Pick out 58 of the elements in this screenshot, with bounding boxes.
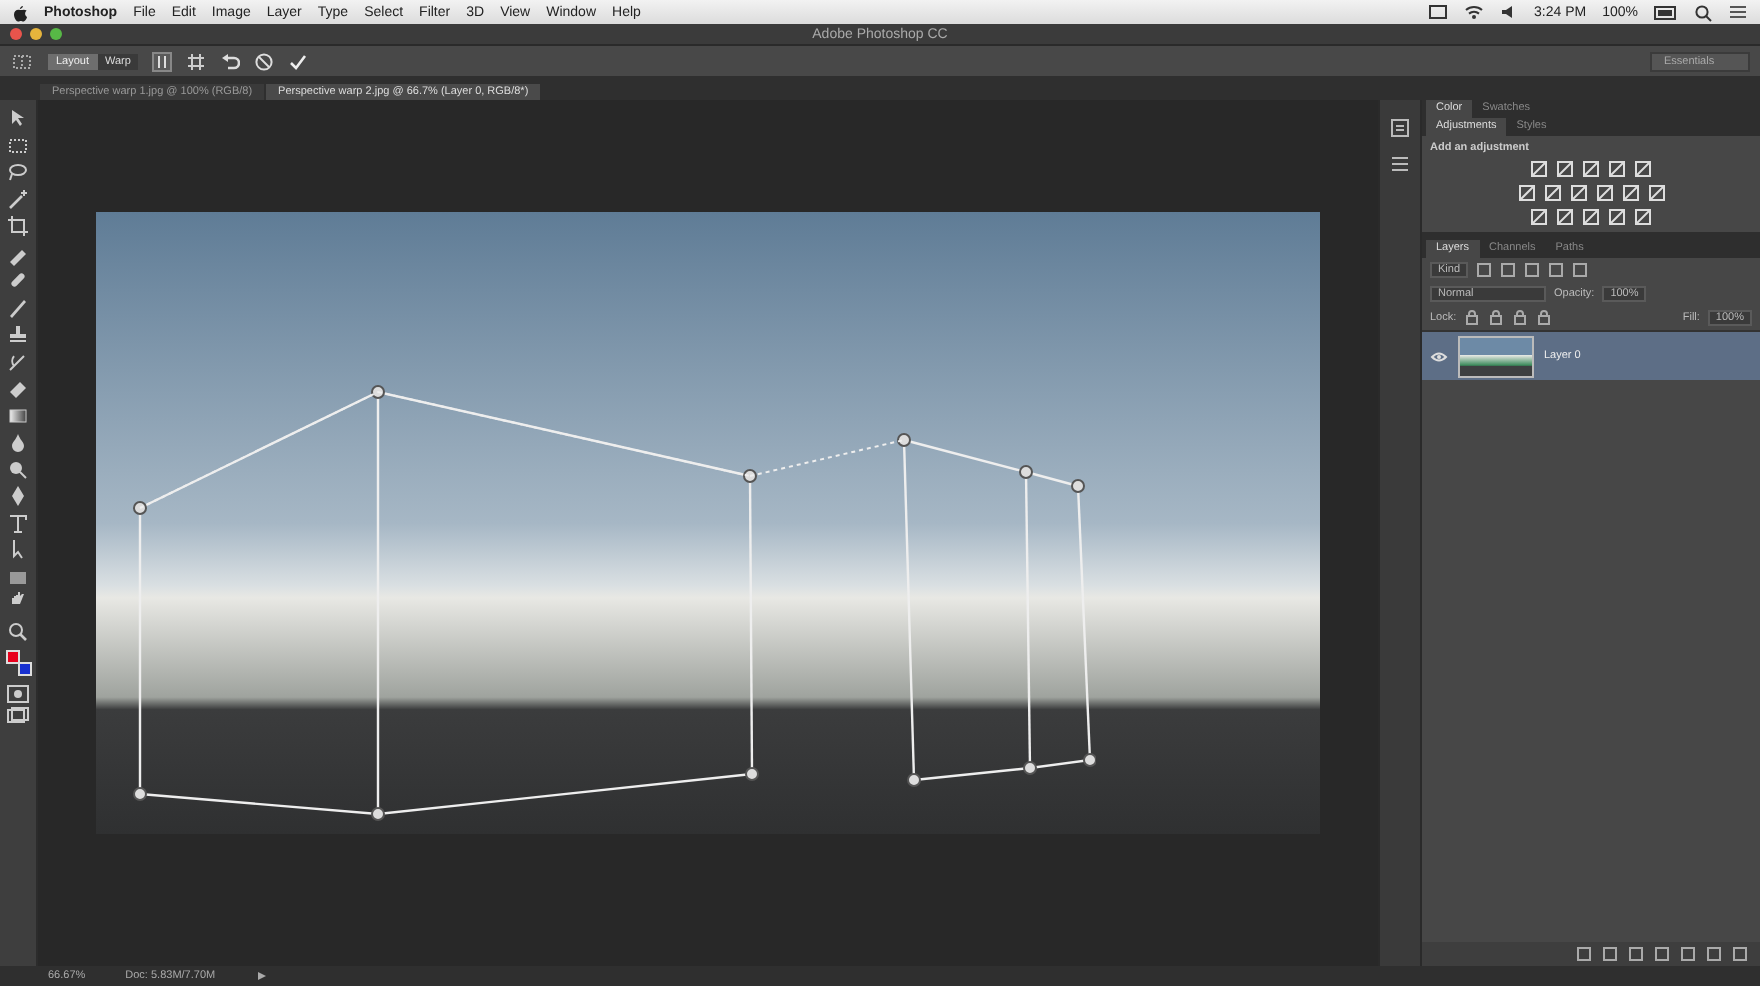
checkmark-icon[interactable] [288, 51, 309, 71]
list-icon[interactable] [1728, 4, 1748, 20]
screen-mode-icon[interactable] [6, 706, 30, 726]
drop-icon[interactable] [6, 430, 30, 454]
adjustment-icon[interactable] [1621, 184, 1639, 202]
adjustment-icon[interactable] [1569, 184, 1587, 202]
layer-thumbnail [1458, 335, 1534, 377]
apple-icon[interactable] [12, 3, 28, 21]
adjustment-icon[interactable] [1530, 160, 1548, 178]
adjustment-icon[interactable] [1582, 208, 1600, 226]
stamp-icon[interactable] [6, 322, 30, 346]
marquee-icon[interactable] [6, 133, 30, 157]
battery-icon [1654, 5, 1678, 19]
wifi-icon[interactable] [1464, 4, 1485, 20]
expand-arrow-icon[interactable] [255, 970, 268, 982]
type-icon[interactable] [6, 511, 30, 535]
quick-mask-icon[interactable] [6, 683, 30, 703]
perspective-tool-icon[interactable] [10, 51, 34, 71]
lock-option-icon[interactable] [1512, 310, 1529, 326]
adjustment-icon[interactable] [1556, 160, 1574, 178]
lasso-icon[interactable] [6, 160, 30, 184]
adjustment-icon[interactable] [1530, 208, 1548, 226]
background-color-swatch[interactable] [17, 662, 31, 676]
foreground-color-swatch[interactable] [5, 650, 19, 664]
display-icon[interactable] [1428, 4, 1449, 20]
vertical-lines-icon[interactable] [152, 51, 173, 71]
adjustment-icon[interactable] [1517, 184, 1535, 202]
grid-icon[interactable] [186, 51, 207, 71]
lock-option-icon[interactable] [1464, 310, 1481, 326]
minimize-button[interactable] [30, 28, 42, 40]
adjustment-icon[interactable] [1634, 208, 1652, 226]
adjustment-icon[interactable] [1543, 184, 1561, 202]
adjustment-icon[interactable] [1647, 184, 1665, 202]
dodge-icon[interactable] [6, 457, 30, 481]
lock-option-icon[interactable] [1488, 310, 1505, 326]
properties-icon[interactable] [1388, 152, 1412, 176]
adjustment-icon[interactable] [1608, 208, 1626, 226]
brush-icon[interactable] [6, 295, 30, 319]
adjustment-icon[interactable] [1608, 160, 1626, 178]
zoom-button[interactable] [50, 28, 62, 40]
eye-icon[interactable] [1430, 349, 1448, 363]
adjustment-icon[interactable] [1634, 160, 1652, 178]
undo-icon[interactable] [220, 51, 241, 71]
history-brush-icon[interactable] [6, 349, 30, 373]
gradient-icon[interactable] [6, 403, 30, 427]
adjustment-icon[interactable] [1582, 160, 1600, 178]
close-button[interactable] [10, 28, 22, 40]
crop-icon[interactable] [6, 214, 30, 238]
history-icon[interactable] [1388, 116, 1412, 140]
adjustment-icon[interactable] [1556, 208, 1574, 226]
adjustment-icon[interactable] [1595, 184, 1613, 202]
pen-icon[interactable] [6, 484, 30, 508]
zoom-icon[interactable] [6, 619, 30, 643]
cancel-icon[interactable] [254, 51, 275, 71]
lock-option-icon[interactable] [1536, 310, 1553, 326]
wand-icon[interactable] [6, 187, 30, 211]
search-icon[interactable] [1694, 3, 1712, 21]
eraser-icon[interactable] [6, 376, 30, 400]
